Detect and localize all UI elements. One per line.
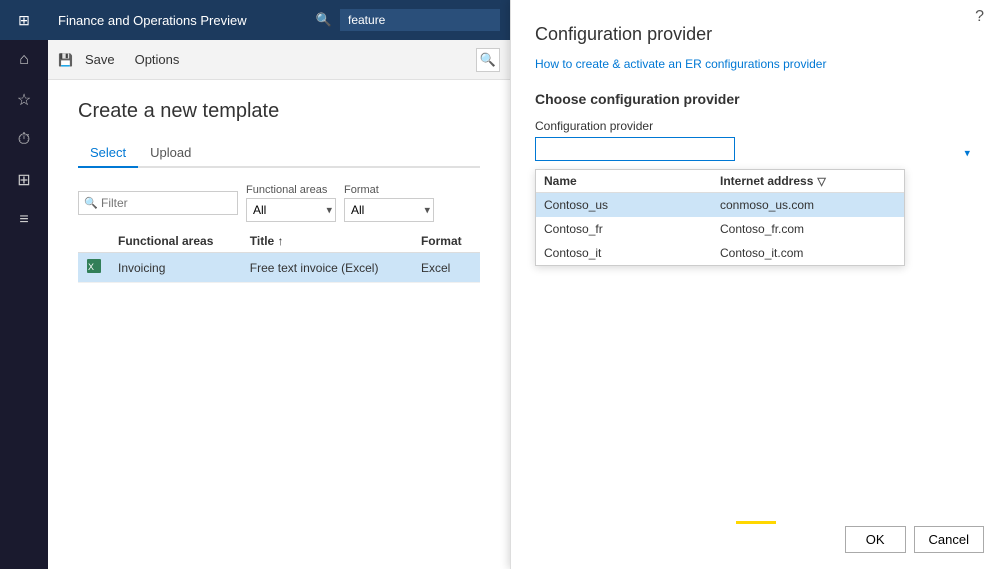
filter-row: 🔍 Functional areas All Format All — [78, 184, 480, 222]
toolbar-search-icon[interactable]: 🔍 — [476, 48, 500, 72]
row-title: Free text invoice (Excel) — [242, 253, 413, 283]
format-filter: Format All — [344, 184, 434, 222]
panel-title: Configuration provider — [535, 24, 976, 45]
cancel-button[interactable]: Cancel — [914, 526, 984, 553]
panel-section-title: Choose configuration provider — [535, 91, 976, 107]
row-1-name: Contoso_fr — [544, 222, 720, 236]
page-content: Create a new template Select Upload 🔍 Fu… — [48, 80, 510, 569]
filter-input[interactable] — [78, 191, 238, 215]
panel-link[interactable]: How to create & activate an ER configura… — [535, 57, 976, 71]
col-name-header: Name — [544, 174, 720, 188]
top-bar: Finance and Operations Preview 🔍 — [48, 0, 510, 40]
search-input[interactable] — [340, 9, 500, 31]
filter-icon: 🔍 — [84, 197, 98, 210]
nav-favorites-icon[interactable]: ☆ — [0, 80, 48, 120]
search-icon: 🔍 — [316, 12, 332, 28]
row-2-address: Contoso_it.com — [720, 246, 896, 260]
functional-areas-label: Functional areas — [246, 184, 336, 196]
config-provider-select[interactable] — [535, 137, 735, 161]
row-0-name: Contoso_us — [544, 198, 720, 212]
col-address-header: Internet address ▽ — [720, 174, 896, 188]
svg-text:X: X — [88, 262, 94, 272]
row-functional-area: Invoicing — [110, 253, 242, 283]
indicator-line — [736, 521, 776, 524]
address-filter-icon[interactable]: ▽ — [817, 175, 825, 188]
panel-footer: OK Cancel — [845, 526, 984, 553]
main-area: Finance and Operations Preview 🔍 💾 Save … — [48, 0, 510, 569]
save-button[interactable]: Save — [77, 48, 123, 71]
functional-areas-select[interactable]: All — [246, 198, 336, 222]
nav-modules-icon[interactable]: ≡ — [0, 200, 48, 240]
left-nav: ⊞ ⌂ ☆ ⏱ ⊞ ≡ — [0, 0, 48, 569]
row-2-name: Contoso_it — [544, 246, 720, 260]
help-icon[interactable]: ? — [975, 8, 984, 26]
app-title: Finance and Operations Preview — [58, 13, 308, 28]
nav-home-icon[interactable]: ⌂ — [0, 40, 48, 80]
dropdown-row-2[interactable]: Contoso_it Contoso_it.com — [536, 241, 904, 265]
table-row[interactable]: X Invoicing Free text invoice (Excel) Ex… — [78, 253, 480, 283]
row-1-address: Contoso_fr.com — [720, 222, 896, 236]
tab-upload[interactable]: Upload — [138, 139, 203, 168]
tab-select[interactable]: Select — [78, 139, 138, 168]
dropdown-header: Name Internet address ▽ — [536, 170, 904, 193]
templates-table: Functional areas Title ↑ Format X Invoic… — [78, 230, 480, 283]
config-select-wrap — [535, 137, 976, 169]
nav-recent-icon[interactable]: ⏱ — [0, 120, 48, 160]
col-functional-areas-header: Functional areas — [110, 230, 242, 253]
col-icon-header — [78, 230, 110, 253]
nav-grid-icon[interactable]: ⊞ — [0, 0, 48, 40]
dropdown-row-0[interactable]: Contoso_us conmoso_us.com — [536, 193, 904, 217]
col-title-header: Title ↑ — [242, 230, 413, 253]
row-icon: X — [78, 253, 110, 283]
nav-workspaces-icon[interactable]: ⊞ — [0, 160, 48, 200]
save-icon: 💾 — [58, 53, 73, 67]
options-button[interactable]: Options — [127, 48, 188, 71]
dropdown-row-1[interactable]: Contoso_fr Contoso_fr.com — [536, 217, 904, 241]
toolbar: 💾 Save Options 🔍 — [48, 40, 510, 80]
config-dropdown-table: Name Internet address ▽ Contoso_us conmo… — [535, 169, 905, 266]
format-label: Format — [344, 184, 434, 196]
row-0-address: conmoso_us.com — [720, 198, 896, 212]
page-title: Create a new template — [78, 100, 480, 123]
config-provider-label: Configuration provider — [535, 119, 976, 133]
tabs: Select Upload — [78, 139, 480, 168]
format-select[interactable]: All — [344, 198, 434, 222]
functional-areas-filter: Functional areas All — [246, 184, 336, 222]
ok-button[interactable]: OK — [845, 526, 906, 553]
row-format: Excel — [413, 253, 480, 283]
col-format-header: Format — [413, 230, 480, 253]
right-panel: ? Configuration provider How to create &… — [510, 0, 1000, 569]
